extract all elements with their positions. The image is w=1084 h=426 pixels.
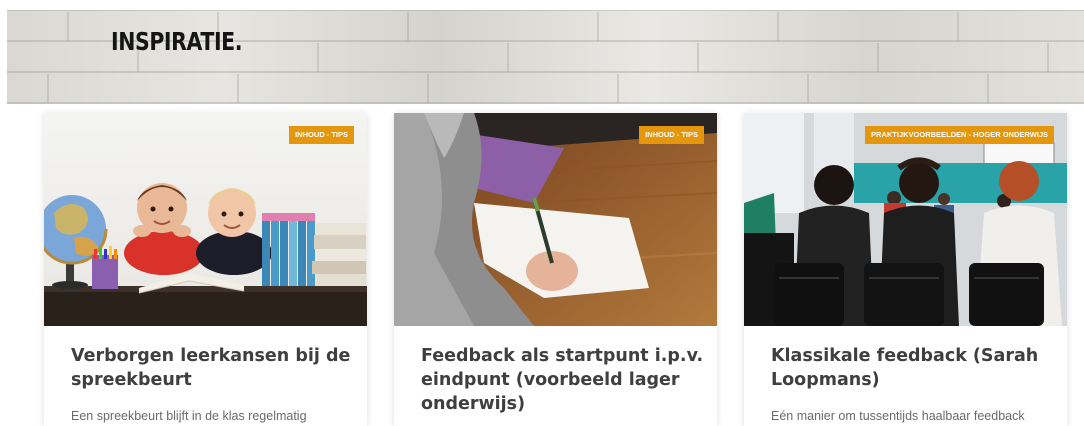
card-excerpt: Eén manier om tussentijds haalbaar feedb…: [771, 409, 1025, 423]
category-badge[interactable]: INHOUD - TIPS: [639, 126, 704, 144]
page-title: INSPIRATIE.: [111, 27, 243, 56]
student-writing-image[interactable]: INHOUD - TIPS: [394, 113, 717, 326]
header-banner: INSPIRATIE.: [7, 10, 1084, 104]
article-card[interactable]: INHOUD - TIPS Feedback als startpunt i.p…: [394, 113, 717, 426]
lecture-hall-image[interactable]: PRAKTIJKVOORBEELDEN - HOGER ONDERWIJS: [744, 113, 1067, 326]
article-card[interactable]: INHOUD - TIPS Verborgen leerkansen bij d…: [44, 113, 367, 426]
category-badge[interactable]: INHOUD - TIPS: [289, 126, 354, 144]
card-title[interactable]: Verborgen leerkansen bij de spreekbeurt: [71, 344, 356, 392]
category-badge[interactable]: PRAKTIJKVOORBEELDEN - HOGER ONDERWIJS: [865, 126, 1054, 144]
card-title[interactable]: Feedback als startpunt i.p.v. eindpunt (…: [421, 344, 706, 416]
card-title[interactable]: Klassikale feedback (Sarah Loopmans): [771, 344, 1056, 392]
article-card[interactable]: PRAKTIJKVOORBEELDEN - HOGER ONDERWIJS Kl…: [744, 113, 1067, 426]
card-excerpt: Een spreekbeurt blijft in de klas regelm…: [71, 409, 307, 423]
children-globe-image[interactable]: INHOUD - TIPS: [44, 113, 367, 326]
